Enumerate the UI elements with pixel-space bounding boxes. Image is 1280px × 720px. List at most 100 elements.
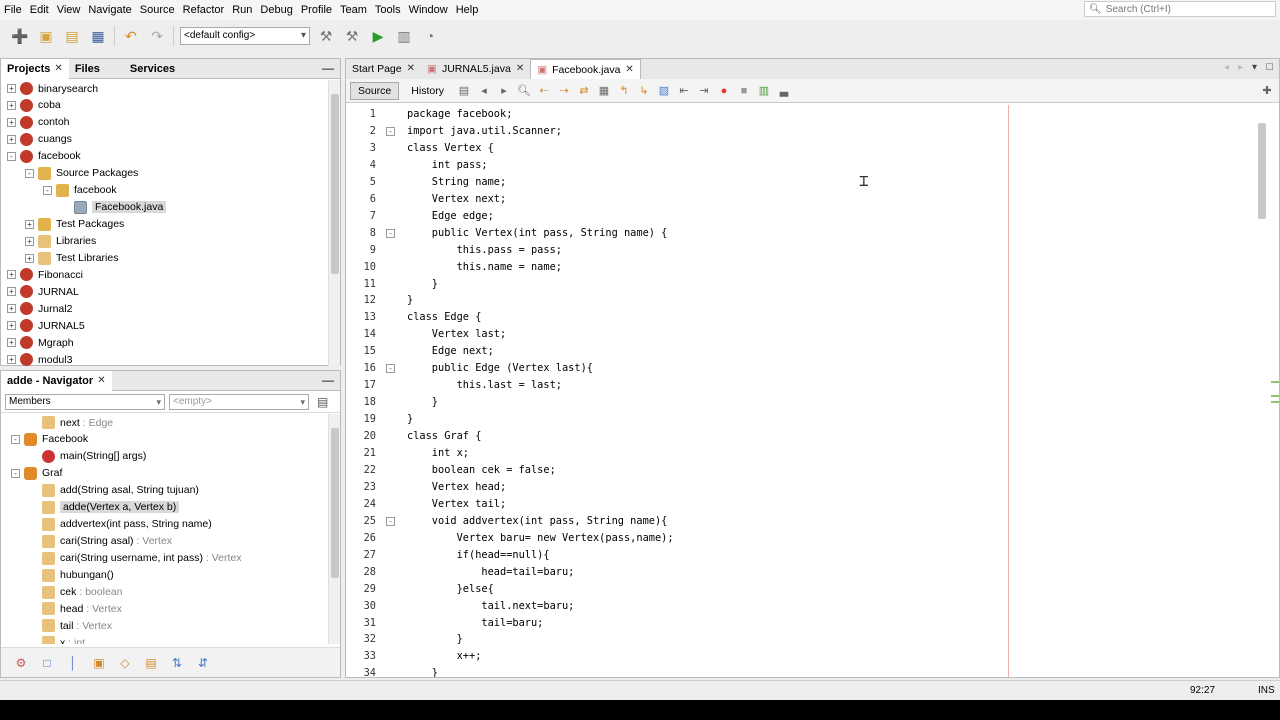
navigator-item[interactable]: tail : Vertex — [1, 617, 327, 634]
filter-icon[interactable]: ▤ — [317, 395, 328, 409]
project-tree-item[interactable]: + coba — [1, 97, 327, 114]
search-input[interactable]: 🔍︎ Search (Ctrl+I) — [1084, 1, 1276, 17]
collapse-icon[interactable]: - — [11, 434, 20, 444]
menu-view[interactable]: View — [53, 0, 85, 20]
expand-icon[interactable]: + — [25, 219, 34, 229]
tab-files[interactable]: Files — [69, 59, 106, 79]
code-line[interactable]: 9 this.pass = pass; — [346, 242, 1246, 259]
expand-icon[interactable]: + — [7, 100, 16, 110]
expand-icon[interactable]: + — [7, 117, 16, 127]
error-stripe-mark[interactable] — [1271, 395, 1279, 397]
error-stripe-mark[interactable] — [1271, 401, 1279, 403]
expand-icon[interactable]: + — [7, 287, 16, 297]
code-line[interactable]: 34 } — [346, 665, 1246, 677]
code-line[interactable]: 18 } — [346, 394, 1246, 411]
back-icon[interactable]: ◂ — [476, 83, 492, 99]
show-inherited-icon[interactable]: ⚙ — [13, 655, 29, 671]
code-area[interactable]: 1 package facebook; 2- import java.util.Sca… — [346, 105, 1280, 677]
code-line[interactable]: 33 x++; — [346, 648, 1246, 665]
navigator-item[interactable]: cari(String username, int pass) : Vertex — [1, 550, 327, 567]
fold-icon[interactable]: - — [386, 364, 395, 374]
split-editor-icon[interactable]: ✚ — [1259, 83, 1275, 99]
sort-source-icon[interactable]: ⇵ — [195, 655, 211, 671]
close-icon[interactable]: ✕ — [625, 60, 633, 80]
expand-icon[interactable]: + — [7, 84, 16, 93]
expand-icon[interactable]: + — [25, 253, 34, 263]
menu-team[interactable]: Team — [336, 0, 371, 20]
new-project-icon[interactable]: ▣ — [36, 26, 56, 46]
expand-icon[interactable]: + — [7, 134, 16, 144]
menu-help[interactable]: Help — [452, 0, 483, 20]
code-line[interactable]: 22 boolean cek = false; — [346, 462, 1246, 479]
undo-icon[interactable]: ↶ — [121, 26, 141, 46]
project-tree-item[interactable]: + contoh — [1, 114, 327, 131]
empty-select[interactable]: <empty> — [169, 393, 309, 410]
tree-item[interactable]: + Test Libraries — [1, 250, 327, 267]
fold-icon[interactable]: - — [386, 228, 395, 238]
code-line[interactable]: 24 Vertex tail; — [346, 496, 1246, 513]
navigator-scrollbar[interactable] — [328, 414, 340, 644]
scroll-thumb[interactable] — [1258, 123, 1266, 219]
new-file-icon[interactable]: ➕ — [10, 26, 30, 46]
members-select[interactable]: Members — [5, 393, 165, 410]
tab-jurnal5-java[interactable]: ▣ JURNAL5.java ✕ — [421, 59, 530, 79]
editor-scrollbar[interactable] — [1255, 105, 1269, 677]
shift-right-icon[interactable]: ⇥ — [696, 83, 712, 99]
scroll-thumb[interactable] — [331, 428, 339, 578]
code-line[interactable]: 28 head=tail=baru; — [346, 564, 1246, 581]
fold-icon[interactable]: - — [386, 516, 395, 526]
clean-build-icon[interactable]: ⚒ — [342, 26, 362, 46]
code-line[interactable]: 31 tail=baru; — [346, 615, 1246, 632]
find-icon[interactable]: 🔍︎ — [516, 83, 532, 99]
expand-icon[interactable]: + — [7, 338, 16, 348]
project-tree-item[interactable]: + JURNAL5 — [1, 317, 327, 334]
code-line[interactable]: 32 } — [346, 631, 1246, 648]
tab-navigator[interactable]: adde - Navigator ✕ — [1, 370, 112, 391]
history-button[interactable]: History — [403, 81, 452, 100]
navigator-item[interactable]: cari(String asal) : Vertex — [1, 533, 327, 550]
close-icon[interactable]: ✕ — [407, 59, 415, 79]
code-line[interactable]: 25- void addvertex(int pass, String name… — [346, 513, 1246, 530]
tree-item[interactable]: + Test Packages — [1, 216, 327, 233]
start-macro-icon[interactable]: ● — [716, 83, 732, 99]
tree-item[interactable]: Facebook.java — [1, 199, 327, 216]
scroll-right-icon[interactable]: ▸ — [1238, 62, 1243, 73]
source-button[interactable]: Source — [350, 81, 400, 100]
code-line[interactable]: 2- import java.util.Scanner; — [346, 123, 1246, 140]
tree-item[interactable]: + Libraries — [1, 233, 327, 250]
tab-projects[interactable]: Projects ✕ — [1, 58, 69, 79]
show-private-icon[interactable]: ◇ — [117, 655, 133, 671]
code-line[interactable]: 23 Vertex head; — [346, 479, 1246, 496]
navigator-item[interactable]: add(String asal, String tujuan) — [1, 482, 327, 499]
redo-icon[interactable]: ↷ — [147, 26, 167, 46]
collapse-icon[interactable]: - — [25, 168, 34, 178]
code-line[interactable]: 1 package facebook; — [346, 106, 1246, 123]
code-line[interactable]: 19} — [346, 411, 1246, 428]
project-tree-item[interactable]: + modul3 — [1, 351, 327, 366]
menu-run[interactable]: Run — [228, 0, 256, 20]
navigator-item[interactable]: addvertex(int pass, String name) — [1, 516, 327, 533]
scroll-left-icon[interactable]: ◂ — [1224, 62, 1229, 73]
navigator-item[interactable]: - Graf — [1, 465, 327, 482]
navigator-item[interactable]: x : int — [1, 634, 327, 644]
code-line[interactable]: 7 Edge edge; — [346, 208, 1246, 225]
navigator-item[interactable]: hubungan() — [1, 567, 327, 584]
code-line[interactable]: 3 class Vertex { — [346, 140, 1246, 157]
open-project-icon[interactable]: ▤ — [62, 26, 82, 46]
code-line[interactable]: 15 Edge next; — [346, 343, 1246, 360]
toggle-highlight-icon[interactable]: ▦ — [596, 83, 612, 99]
menu-profile[interactable]: Profile — [297, 0, 336, 20]
close-icon[interactable]: ✕ — [97, 371, 105, 391]
menu-window[interactable]: Window — [405, 0, 452, 20]
menu-edit[interactable]: Edit — [26, 0, 53, 20]
code-line[interactable]: 6 Vertex next; — [346, 191, 1246, 208]
expand-icon[interactable]: + — [7, 304, 16, 314]
sort-name-icon[interactable]: ⇅ — [169, 655, 185, 671]
menu-file[interactable]: File — [0, 0, 26, 20]
projects-scrollbar[interactable] — [328, 80, 340, 366]
show-fields-icon[interactable]: □ — [39, 655, 55, 671]
close-icon[interactable]: ✕ — [54, 59, 62, 79]
code-line[interactable]: 14 Vertex last; — [346, 326, 1246, 343]
collapse-icon[interactable]: - — [43, 185, 52, 195]
error-stripe-mark[interactable] — [1271, 381, 1279, 383]
